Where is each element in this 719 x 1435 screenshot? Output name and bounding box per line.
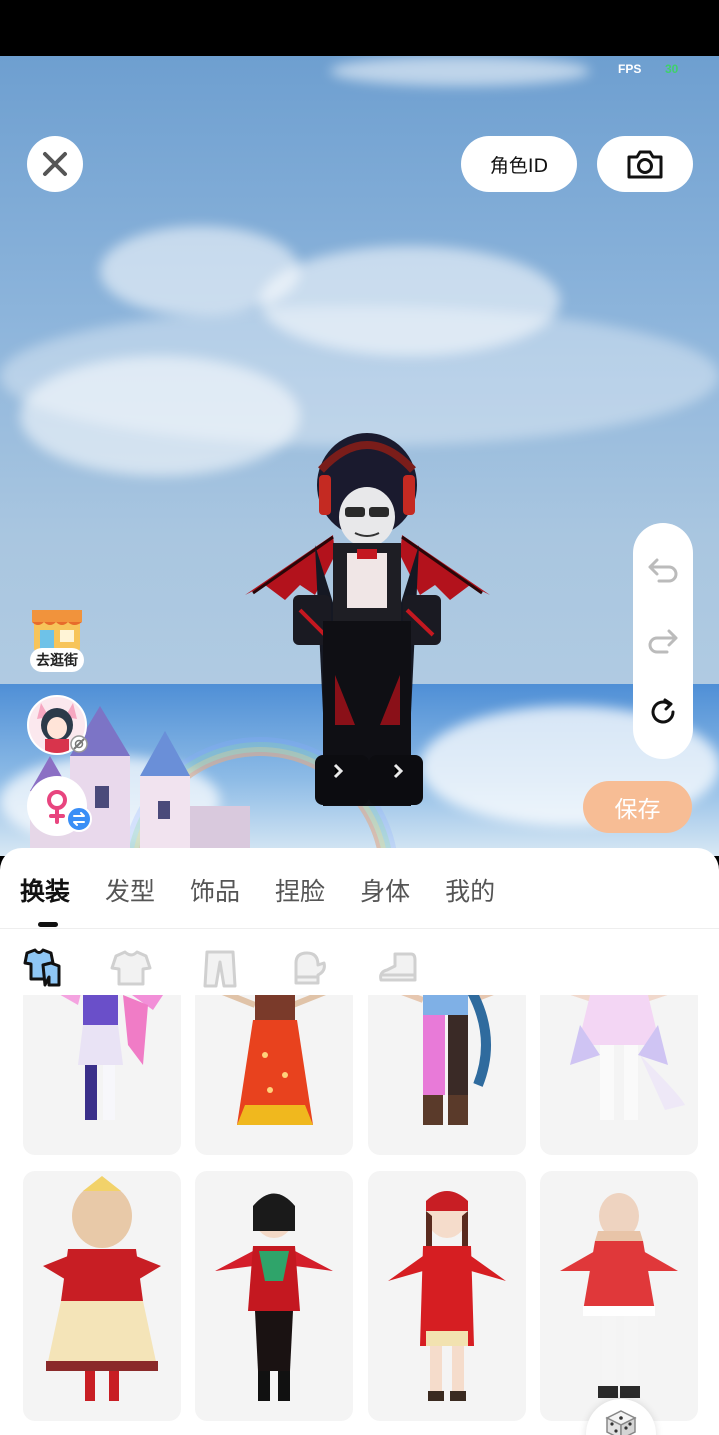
reset-button[interactable]: [646, 695, 680, 729]
outfit-set-icon: [23, 948, 61, 987]
close-icon: [43, 152, 67, 176]
outfit-card[interactable]: [368, 1171, 526, 1421]
swap-icon: [73, 812, 85, 826]
tab-face[interactable]: 捏脸: [275, 872, 325, 912]
outfit-thumbnail: [388, 1191, 506, 1401]
tab-accessories[interactable]: 饰品: [190, 872, 240, 912]
tab-mine[interactable]: 我的: [445, 872, 495, 912]
role-id-label: 角色ID: [489, 154, 549, 177]
gloves-icon: [294, 951, 326, 985]
subcategory-top[interactable]: [109, 946, 153, 990]
hidden-badge-icon: [70, 735, 88, 753]
outfit-card[interactable]: [368, 995, 526, 1155]
outfit-grid: [0, 995, 719, 1435]
outfit-card[interactable]: [23, 995, 181, 1155]
outfit-card[interactable]: [540, 995, 698, 1155]
outfit-thumbnail: [43, 1176, 161, 1401]
fps-label: FPS: [618, 62, 642, 76]
undo-button[interactable]: [646, 553, 680, 587]
camera-button[interactable]: [597, 136, 693, 192]
shoes-icon: [379, 952, 417, 982]
subcategory-outfit-set[interactable]: [20, 946, 64, 990]
outfit-card[interactable]: [195, 995, 353, 1155]
shop-label: 去逛街: [30, 648, 84, 672]
top-icon: [110, 950, 152, 986]
shop-icon: [32, 610, 82, 652]
history-panel: [633, 523, 693, 759]
subcategory-shoes[interactable]: [376, 946, 420, 990]
outfit-thumbnail: [401, 995, 494, 1125]
outfit-thumbnail: [570, 995, 685, 1120]
role-id-button[interactable]: 角色ID: [461, 136, 577, 192]
subcategory-gloves[interactable]: [287, 946, 331, 990]
reset-icon: [651, 698, 675, 724]
undo-icon: [648, 558, 678, 583]
outfit-thumbnail: [221, 995, 327, 1125]
outfit-thumbnail: [560, 1193, 678, 1398]
redo-button[interactable]: [646, 624, 680, 658]
save-button[interactable]: 保存: [583, 781, 692, 833]
status-bar: [0, 0, 719, 56]
subcategory-icons: [20, 946, 465, 990]
close-button[interactable]: [27, 136, 83, 192]
redo-icon: [648, 629, 678, 654]
avatar-model[interactable]: [245, 425, 490, 810]
fps-value: 30: [665, 62, 679, 76]
go-shopping-button[interactable]: 去逛街: [24, 604, 90, 674]
pants-icon: [203, 950, 237, 988]
dice-icon: [605, 1410, 637, 1435]
tab-hairstyle[interactable]: 发型: [105, 872, 155, 912]
tab-outfit[interactable]: 换装: [20, 872, 70, 912]
outfit-thumbnail: [60, 995, 163, 1120]
category-tabs: 换装 发型 饰品 捏脸 身体 我的: [20, 872, 530, 912]
tab-body[interactable]: 身体: [360, 872, 410, 912]
outfit-thumbnail: [215, 1193, 333, 1401]
subcategory-pants[interactable]: [198, 946, 242, 990]
outfit-card[interactable]: [195, 1171, 353, 1421]
gender-swap-badge[interactable]: [66, 806, 92, 832]
outfit-panel: 换装 发型 饰品 捏脸 身体 我的: [0, 848, 719, 1435]
camera-icon: [627, 150, 663, 179]
outfit-card[interactable]: [23, 1171, 181, 1421]
active-tab-indicator: [38, 922, 58, 927]
tabs-divider: [0, 928, 719, 929]
outfit-card[interactable]: [540, 1171, 698, 1421]
